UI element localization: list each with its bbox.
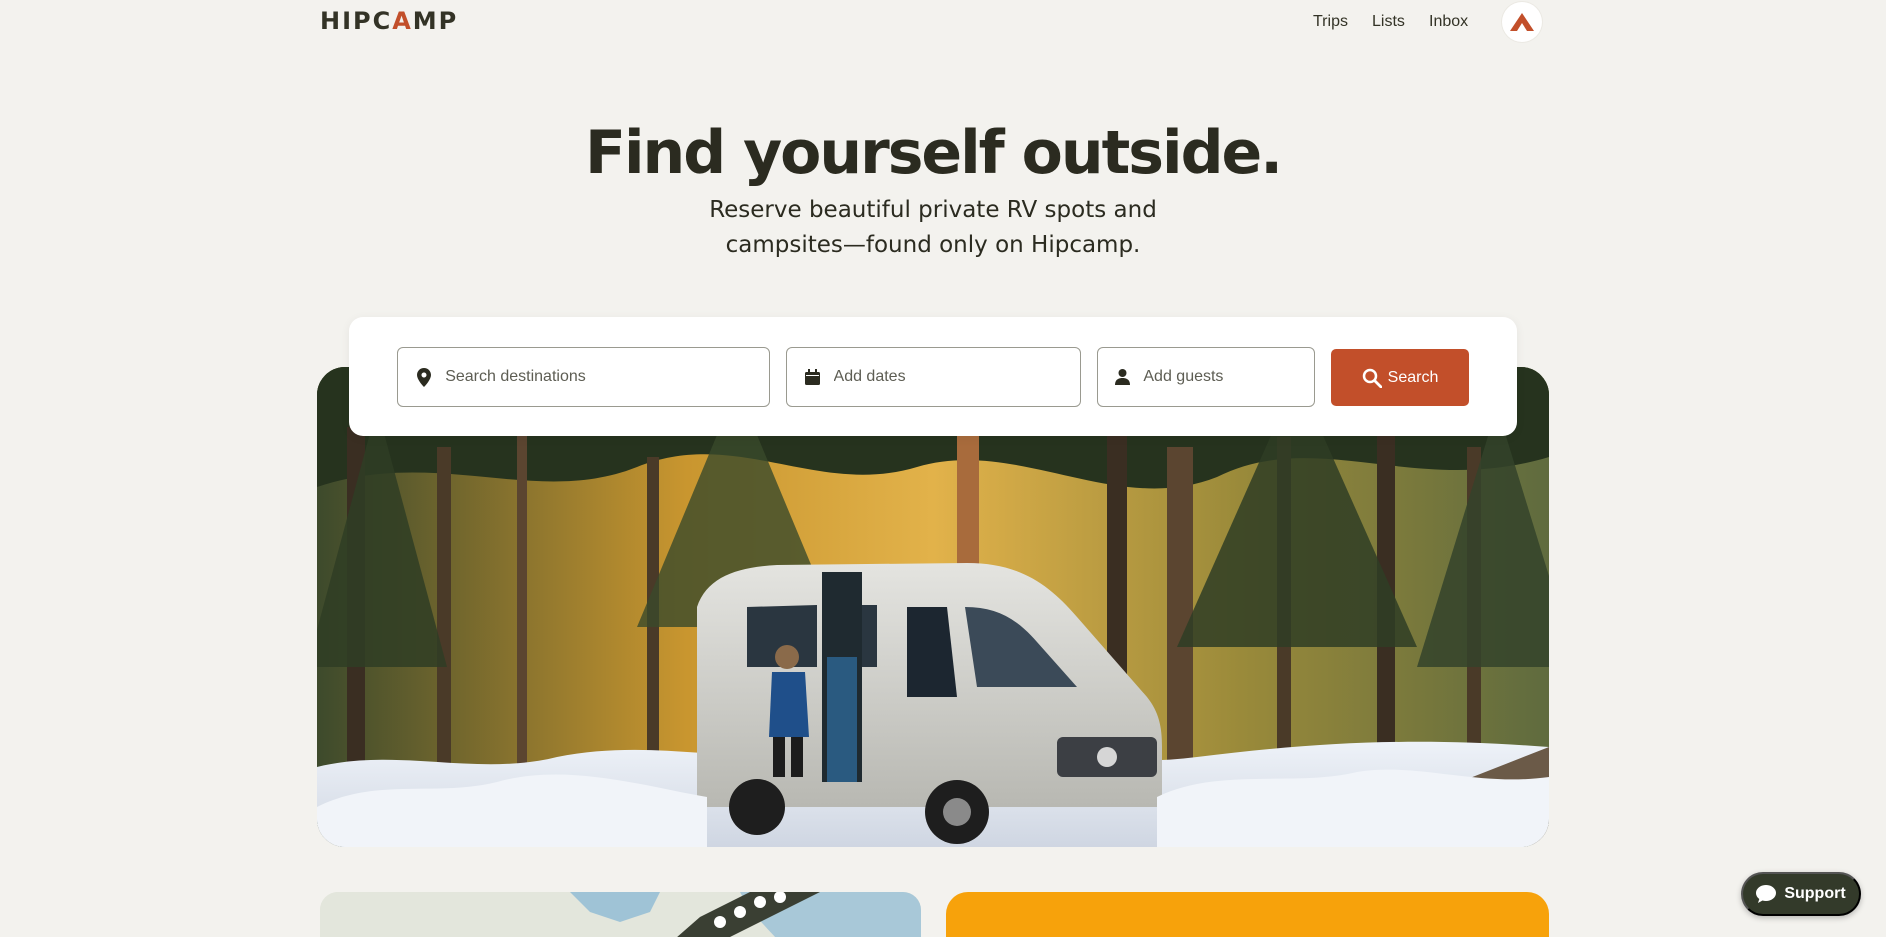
hipcamp-tent-icon: [1510, 13, 1534, 31]
destination-field[interactable]: [397, 347, 770, 407]
hero-subtitle: Reserve beautiful private RV spots and c…: [709, 197, 1157, 258]
support-label: Support: [1784, 885, 1846, 902]
map-card[interactable]: [320, 892, 921, 937]
dates-input[interactable]: [833, 348, 1080, 406]
hero-title: Find yourself outside.: [584, 118, 1283, 188]
search-button-label: Search: [1387, 368, 1439, 386]
hero-van-forest-illustration: [317, 367, 1549, 847]
guests-field[interactable]: [1097, 347, 1315, 407]
search-button[interactable]: Search: [1331, 349, 1469, 406]
search-icon: [1362, 368, 1382, 388]
nav-lists-link[interactable]: Lists: [1372, 13, 1405, 31]
support-button[interactable]: Support: [1741, 872, 1861, 916]
user-avatar-button[interactable]: [1502, 2, 1542, 42]
person-icon: [1114, 366, 1131, 388]
guests-input[interactable]: [1143, 348, 1314, 406]
map-preview: [320, 892, 921, 937]
chat-bubble-icon: [1756, 885, 1777, 903]
search-card: Search: [349, 317, 1517, 436]
destination-input[interactable]: [445, 348, 769, 406]
site-header: HIPC A MP Trips Lists Inbox: [0, 0, 1886, 46]
top-nav: Trips Lists Inbox: [0, 11, 1886, 35]
map-pin-icon: [414, 366, 433, 388]
nav-inbox-link[interactable]: Inbox: [1429, 13, 1468, 31]
dates-field[interactable]: [786, 347, 1081, 407]
hero-image: [317, 367, 1549, 847]
promo-card[interactable]: [946, 892, 1549, 937]
calendar-icon: [803, 366, 822, 388]
nav-trips-link[interactable]: Trips: [1313, 13, 1348, 31]
